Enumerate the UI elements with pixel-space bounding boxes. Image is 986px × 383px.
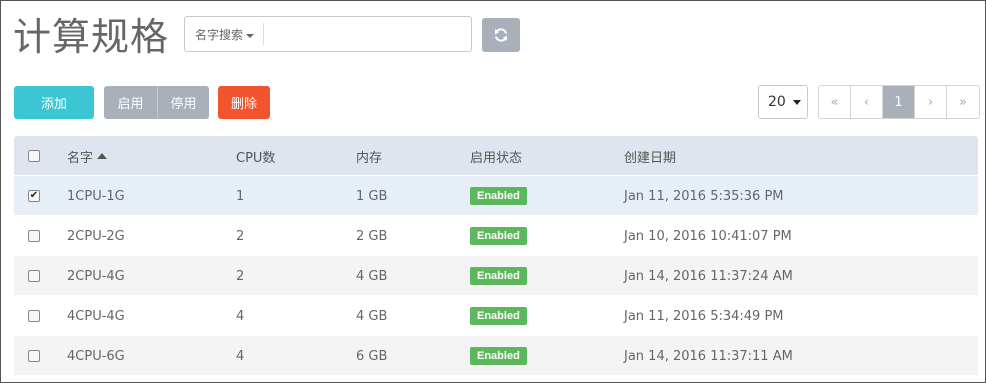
row-memory: 4 GB <box>356 308 388 324</box>
row-checkbox[interactable] <box>28 350 40 362</box>
page-size-value: 20 <box>768 94 786 110</box>
row-checkbox[interactable]: ✔ <box>28 190 40 202</box>
caret-down-icon <box>246 33 255 38</box>
row-name: 1CPU-1G <box>67 188 125 204</box>
column-header-name[interactable]: 名字 <box>67 136 108 176</box>
prev-page-button[interactable]: ‹ <box>851 86 883 118</box>
row-cpu: 1 <box>236 188 245 204</box>
select-all-checkbox[interactable] <box>28 150 40 162</box>
table-row[interactable]: 4CPU-6G 4 6 GB Enabled Jan 14, 2016 11:3… <box>14 336 978 376</box>
row-checkbox-cell <box>28 256 40 296</box>
row-memory: 4 GB <box>356 268 388 284</box>
row-name: 2CPU-2G <box>67 228 125 244</box>
row-checkbox[interactable] <box>28 310 40 322</box>
pagination: « ‹ 1 › » <box>818 85 980 119</box>
app-window: 计算规格 名字搜索 添加 启用 停用 删除 20 « ‹ 1 › » 名字 CP… <box>0 0 986 383</box>
search-box: 名字搜索 <box>184 16 472 52</box>
add-button[interactable]: 添加 <box>14 86 94 119</box>
status-badge: Enabled <box>470 307 527 325</box>
status-badge: Enabled <box>470 267 527 285</box>
table-row[interactable]: ✔ 1CPU-1G 1 1 GB Enabled Jan 11, 2016 5:… <box>14 176 978 216</box>
search-filter-dropdown[interactable]: 名字搜索 <box>195 26 255 43</box>
column-header-memory: 内存 <box>356 150 383 166</box>
column-header-cpu: CPU数 <box>236 150 276 166</box>
sort-ascending-icon <box>97 153 108 159</box>
delete-button[interactable]: 删除 <box>218 86 270 119</box>
page-title: 计算规格 <box>13 15 170 59</box>
table-row[interactable]: 4CPU-4G 4 4 GB Enabled Jan 11, 2016 5:34… <box>14 296 978 336</box>
row-cpu: 4 <box>236 348 245 364</box>
current-page-button[interactable]: 1 <box>883 86 915 118</box>
row-checkbox-cell <box>28 336 40 376</box>
row-created: Jan 11, 2016 5:34:49 PM <box>624 308 784 324</box>
last-page-button[interactable]: » <box>947 86 979 118</box>
row-created: Jan 11, 2016 5:35:36 PM <box>624 188 784 204</box>
row-cpu: 4 <box>236 308 245 324</box>
next-page-button[interactable]: › <box>915 86 947 118</box>
enable-button[interactable]: 启用 <box>104 86 157 119</box>
status-badge: Enabled <box>470 227 527 245</box>
row-created: Jan 14, 2016 11:37:11 AM <box>624 348 793 364</box>
row-checkbox[interactable] <box>28 270 40 282</box>
column-header-created: 创建日期 <box>624 150 677 166</box>
row-memory: 2 GB <box>356 228 388 244</box>
row-status-cell: Enabled <box>470 216 527 256</box>
row-cpu: 2 <box>236 228 245 244</box>
row-status-cell: Enabled <box>470 176 527 216</box>
row-created: Jan 14, 2016 11:37:24 AM <box>624 268 793 284</box>
row-checkbox[interactable] <box>28 230 40 242</box>
row-name: 4CPU-4G <box>67 308 125 324</box>
instance-offerings-table: 名字 CPU数 内存 启用状态 创建日期 ✔ 1CPU-1G 1 1 GB En… <box>14 136 978 376</box>
row-memory: 6 GB <box>356 348 388 364</box>
disable-button[interactable]: 停用 <box>157 86 209 119</box>
row-name: 2CPU-4G <box>67 268 125 284</box>
row-checkbox-cell <box>28 216 40 256</box>
column-header-status: 启用状态 <box>470 150 523 166</box>
search-input[interactable] <box>269 21 465 47</box>
row-checkbox-cell: ✔ <box>28 176 40 216</box>
page-size-select[interactable]: 20 <box>758 85 808 119</box>
row-status-cell: Enabled <box>470 256 527 296</box>
search-divider <box>263 23 264 45</box>
first-page-button[interactable]: « <box>819 86 851 118</box>
search-filter-label: 名字搜索 <box>195 28 244 42</box>
status-badge: Enabled <box>470 187 527 205</box>
row-status-cell: Enabled <box>470 336 527 376</box>
row-status-cell: Enabled <box>470 296 527 336</box>
status-badge: Enabled <box>470 347 527 365</box>
row-name: 4CPU-6G <box>67 348 125 364</box>
row-created: Jan 10, 2016 10:41:07 PM <box>624 228 792 244</box>
table-row[interactable]: 2CPU-4G 2 4 GB Enabled Jan 14, 2016 11:3… <box>14 256 978 296</box>
refresh-icon <box>495 28 507 42</box>
table-row[interactable]: 2CPU-2G 2 2 GB Enabled Jan 10, 2016 10:4… <box>14 216 978 256</box>
table-header: 名字 CPU数 内存 启用状态 创建日期 <box>14 136 978 176</box>
select-all-cell <box>28 136 40 176</box>
row-cpu: 2 <box>236 268 245 284</box>
row-checkbox-cell <box>28 296 40 336</box>
column-header-name-label: 名字 <box>67 150 94 166</box>
refresh-button[interactable] <box>482 18 520 52</box>
caret-down-icon <box>793 100 801 105</box>
row-memory: 1 GB <box>356 188 388 204</box>
